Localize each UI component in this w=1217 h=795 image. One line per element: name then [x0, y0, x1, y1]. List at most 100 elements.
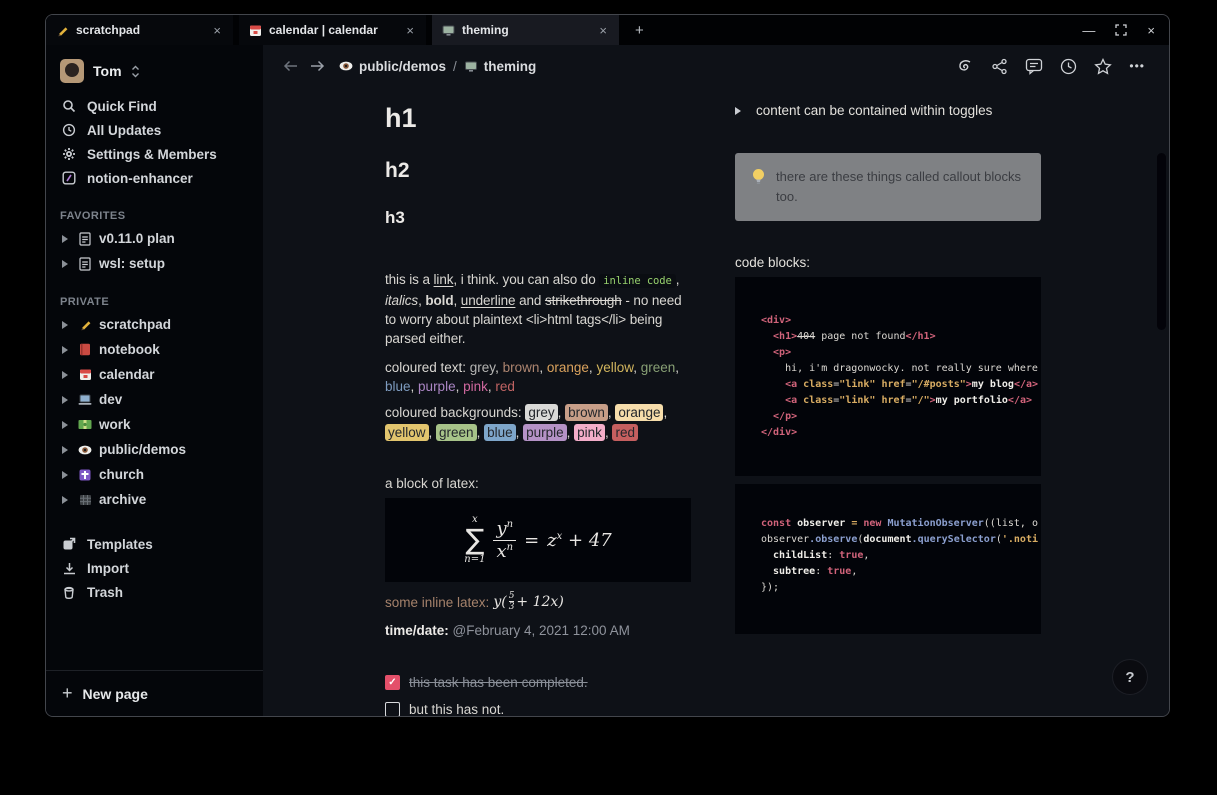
- expand-toggle-icon[interactable]: [62, 496, 68, 504]
- forward-arrow-icon[interactable]: [309, 59, 325, 73]
- back-arrow-icon[interactable]: [283, 59, 299, 73]
- coloured-chip: grey: [525, 404, 557, 421]
- sidebar-item-templates[interactable]: Templates: [46, 532, 263, 556]
- import-icon: [60, 562, 78, 575]
- workspace-name: Tom: [93, 63, 122, 79]
- latex-equation-block: x ∑ n=1 yn xn = zx + 47: [385, 498, 691, 582]
- more-options-icon[interactable]: •••: [1129, 59, 1145, 73]
- close-icon[interactable]: ×: [595, 23, 611, 38]
- pencil-icon: [56, 24, 69, 37]
- close-icon[interactable]: ×: [402, 23, 418, 38]
- focus-swirl-icon[interactable]: [955, 57, 974, 75]
- expand-toggle-icon[interactable]: [62, 421, 68, 429]
- tab-theming[interactable]: theming ×: [432, 15, 619, 45]
- sidebar-item-public-demos[interactable]: public/demos: [46, 437, 263, 462]
- inline-link[interactable]: link: [434, 272, 454, 287]
- expand-toggle-icon[interactable]: [62, 396, 68, 404]
- close-icon[interactable]: ×: [209, 23, 225, 38]
- sidebar-item-work[interactable]: work: [46, 412, 263, 437]
- sidebar-item-label: work: [99, 417, 131, 432]
- latex-block-label: a block of latex:: [385, 476, 691, 491]
- minimize-icon[interactable]: —: [1082, 23, 1095, 38]
- breadcrumb-public-demos[interactable]: public/demos: [339, 59, 446, 74]
- maximize-icon[interactable]: [1115, 24, 1127, 36]
- breadcrumb-label: theming: [484, 59, 537, 74]
- sidebar-item-label: v0.11.0 plan: [99, 231, 175, 246]
- coloured-chip: red: [612, 424, 638, 441]
- expand-toggle-icon[interactable]: [62, 235, 68, 243]
- tab-bar: scratchpad × calendar | calendar × themi…: [46, 15, 1169, 45]
- share-icon[interactable]: [991, 58, 1008, 75]
- code-block-js[interactable]: const observer = new MutationObserver((l…: [735, 484, 1041, 634]
- sidebar-item-all-updates[interactable]: All Updates: [46, 118, 263, 142]
- sidebar-item-label: Quick Find: [87, 99, 157, 114]
- calendar-icon: [249, 24, 262, 37]
- sidebar-item-quick-find[interactable]: Quick Find: [46, 94, 263, 118]
- sidebar-item-label: wsl: setup: [99, 256, 165, 271]
- app-window: scratchpad × calendar | calendar × themi…: [45, 14, 1170, 717]
- coloured-chip: yellow: [596, 360, 633, 375]
- right-column: content can be contained within toggles …: [735, 87, 1041, 717]
- close-icon[interactable]: ×: [1147, 23, 1155, 38]
- coloured-chip: yellow: [385, 424, 429, 441]
- breadcrumb-theming[interactable]: theming: [464, 59, 537, 74]
- lightbulb-icon: [751, 168, 766, 207]
- expand-toggle-icon[interactable]: [62, 321, 68, 329]
- scrollbar-thumb[interactable]: [1157, 153, 1166, 330]
- top-bar: public/demos / theming •••: [263, 45, 1169, 87]
- favorites-section-label: FAVORITES: [60, 210, 249, 222]
- sidebar-item-v0110-plan[interactable]: v0.11.0 plan: [46, 226, 263, 251]
- expand-toggle-icon[interactable]: [62, 260, 68, 268]
- clock-icon[interactable]: [1060, 58, 1077, 75]
- tab-scratchpad[interactable]: scratchpad ×: [46, 15, 233, 45]
- basket-icon: [77, 494, 93, 506]
- expand-toggle-icon[interactable]: [62, 471, 68, 479]
- date-mention[interactable]: @February 4, 2021 12:00 AM: [453, 623, 630, 638]
- heading-h1: h1: [385, 101, 691, 135]
- sidebar-item-archive[interactable]: archive: [46, 487, 263, 512]
- coloured-backgrounds-line: coloured backgrounds: grey, brown, orang…: [385, 403, 691, 443]
- expand-toggle-icon[interactable]: [62, 371, 68, 379]
- heading-h3: h3: [385, 206, 691, 230]
- sidebar-item-import[interactable]: Import: [46, 556, 263, 580]
- checkbox-checked[interactable]: ✓: [385, 675, 400, 690]
- breadcrumb-label: public/demos: [359, 59, 446, 74]
- coloured-chip: purple: [418, 379, 456, 394]
- checkbox-unchecked[interactable]: [385, 702, 400, 717]
- code-block-html[interactable]: <div> <h1>404 page not found</h1> <p> hi…: [735, 277, 1041, 476]
- page-icon: [77, 232, 93, 246]
- coloured-chip: brown: [565, 404, 608, 421]
- workspace-avatar: [60, 59, 84, 83]
- sidebar-item-church[interactable]: church: [46, 462, 263, 487]
- star-icon[interactable]: [1094, 58, 1112, 75]
- help-button[interactable]: ?: [1113, 660, 1147, 694]
- new-tab-button[interactable]: +: [625, 22, 654, 39]
- monitor-icon: [464, 60, 478, 73]
- sidebar-item-notebook[interactable]: notebook: [46, 337, 263, 362]
- expand-toggle-icon[interactable]: [62, 446, 68, 454]
- toggle-block[interactable]: content can be contained within toggles: [735, 103, 1041, 118]
- sidebar: Tom Quick Find All Updates Settings & Me…: [46, 45, 263, 716]
- clock-icon: [60, 123, 78, 137]
- page-icon: [77, 257, 93, 271]
- sidebar-item-wsl-setup[interactable]: wsl: setup: [46, 251, 263, 276]
- new-page-label: New page: [83, 686, 148, 702]
- sidebar-item-trash[interactable]: Trash: [46, 580, 263, 604]
- templates-icon: [60, 537, 78, 551]
- workspace-switcher[interactable]: Tom: [54, 54, 255, 88]
- sidebar-item-notion-enhancer[interactable]: notion-enhancer: [46, 166, 263, 190]
- sidebar-item-scratchpad[interactable]: scratchpad: [46, 312, 263, 337]
- tab-label: calendar | calendar: [269, 23, 402, 37]
- sidebar-item-label: scratchpad: [99, 317, 171, 332]
- sidebar-item-label: Trash: [87, 585, 123, 600]
- toggle-triangle-icon[interactable]: [735, 107, 741, 115]
- tab-calendar[interactable]: calendar | calendar ×: [239, 15, 426, 45]
- expand-toggle-icon[interactable]: [62, 346, 68, 354]
- comment-icon[interactable]: [1025, 58, 1043, 75]
- new-page-button[interactable]: + New page: [46, 671, 263, 716]
- monitor-icon: [442, 24, 455, 37]
- sidebar-item-calendar[interactable]: calendar: [46, 362, 263, 387]
- sidebar-item-dev[interactable]: dev: [46, 387, 263, 412]
- sidebar-item-settings[interactable]: Settings & Members: [46, 142, 263, 166]
- private-section-label: PRIVATE: [60, 296, 249, 308]
